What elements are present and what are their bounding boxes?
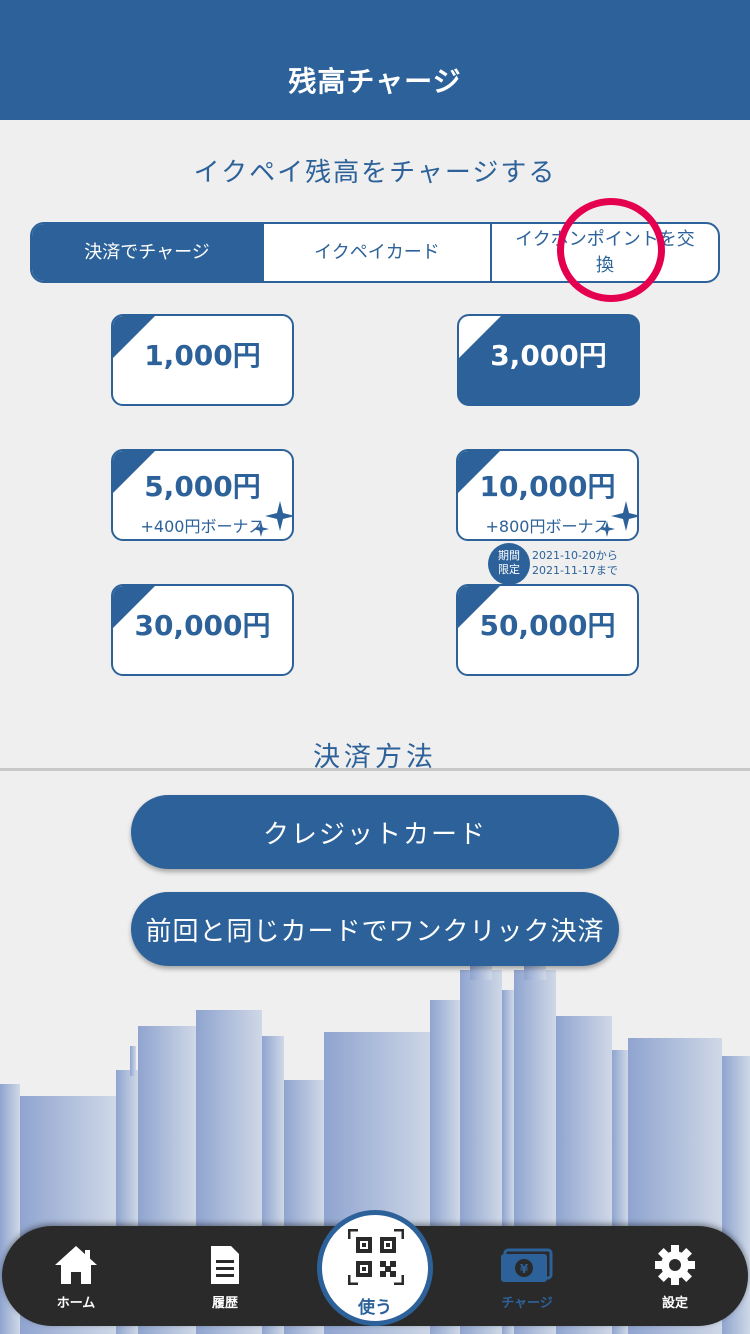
home-icon (55, 1246, 97, 1284)
yen-bill-icon: ¥ (501, 1248, 553, 1282)
amount-value: 10,000円 (479, 470, 616, 503)
gear-icon (655, 1245, 695, 1285)
header-bar: 残高チャージ (0, 0, 750, 120)
amount-button-5000[interactable]: 5,000円 +400円ボーナス (111, 449, 294, 541)
sparkle-icon (265, 501, 292, 531)
amount-button-1000[interactable]: 1,000円 (111, 314, 294, 406)
nav-settings-label: 設定 (661, 1296, 688, 1311)
nav-history[interactable]: 履歴 (175, 1244, 275, 1311)
amount-value: 50,000円 (479, 609, 616, 642)
amount-value: 3,000円 (490, 339, 607, 372)
document-icon (211, 1246, 239, 1284)
amount-value: 5,000円 (144, 470, 261, 503)
nav-charge-label: チャージ (501, 1296, 553, 1311)
one-click-payment-button[interactable]: 前回と同じカードでワンクリック決済 (131, 892, 619, 966)
qr-code-icon (348, 1229, 404, 1285)
section-subtitle: イクペイ残高をチャージする (193, 158, 557, 188)
sparkle-icon (611, 501, 637, 531)
limited-period-dates: 2021-10-20から 2021-11-17まで (532, 548, 618, 578)
badge-line-2: 限定 (498, 563, 520, 576)
tab-payment-charge[interactable]: 決済でチャージ (32, 224, 262, 281)
use-label: 使う (358, 1298, 392, 1318)
use-qr-button[interactable]: 使う (317, 1210, 433, 1326)
svg-text:¥: ¥ (520, 1262, 529, 1276)
highlight-circle (557, 198, 665, 302)
amount-value: 30,000円 (134, 609, 271, 642)
amount-button-10000[interactable]: 10,000円 +800円ボーナス (456, 449, 639, 541)
sparkle-small-icon (599, 521, 615, 537)
limited-period-badge: 期間 限定 (488, 543, 530, 585)
credit-card-button[interactable]: クレジットカード (131, 795, 619, 869)
divider (0, 768, 750, 771)
tab-ikupay-card[interactable]: イクペイカード (262, 224, 490, 281)
nav-home-label: ホーム (56, 1296, 96, 1311)
date-from: 2021-10-20から (532, 549, 618, 562)
amount-button-30000[interactable]: 30,000円 (111, 584, 294, 676)
badge-line-1: 期間 (498, 549, 520, 562)
nav-home[interactable]: ホーム (26, 1244, 126, 1311)
sparkle-small-icon (253, 521, 269, 537)
amount-value: 1,000円 (144, 339, 261, 372)
nav-settings[interactable]: 設定 (625, 1244, 725, 1311)
nav-history-label: 履歴 (211, 1296, 238, 1311)
page-title: 残高チャージ (288, 65, 462, 98)
amount-button-3000[interactable]: 3,000円 (457, 314, 640, 406)
amount-button-50000[interactable]: 50,000円 (456, 584, 639, 676)
nav-charge[interactable]: ¥ チャージ (477, 1244, 577, 1311)
date-to: 2021-11-17まで (532, 564, 618, 577)
